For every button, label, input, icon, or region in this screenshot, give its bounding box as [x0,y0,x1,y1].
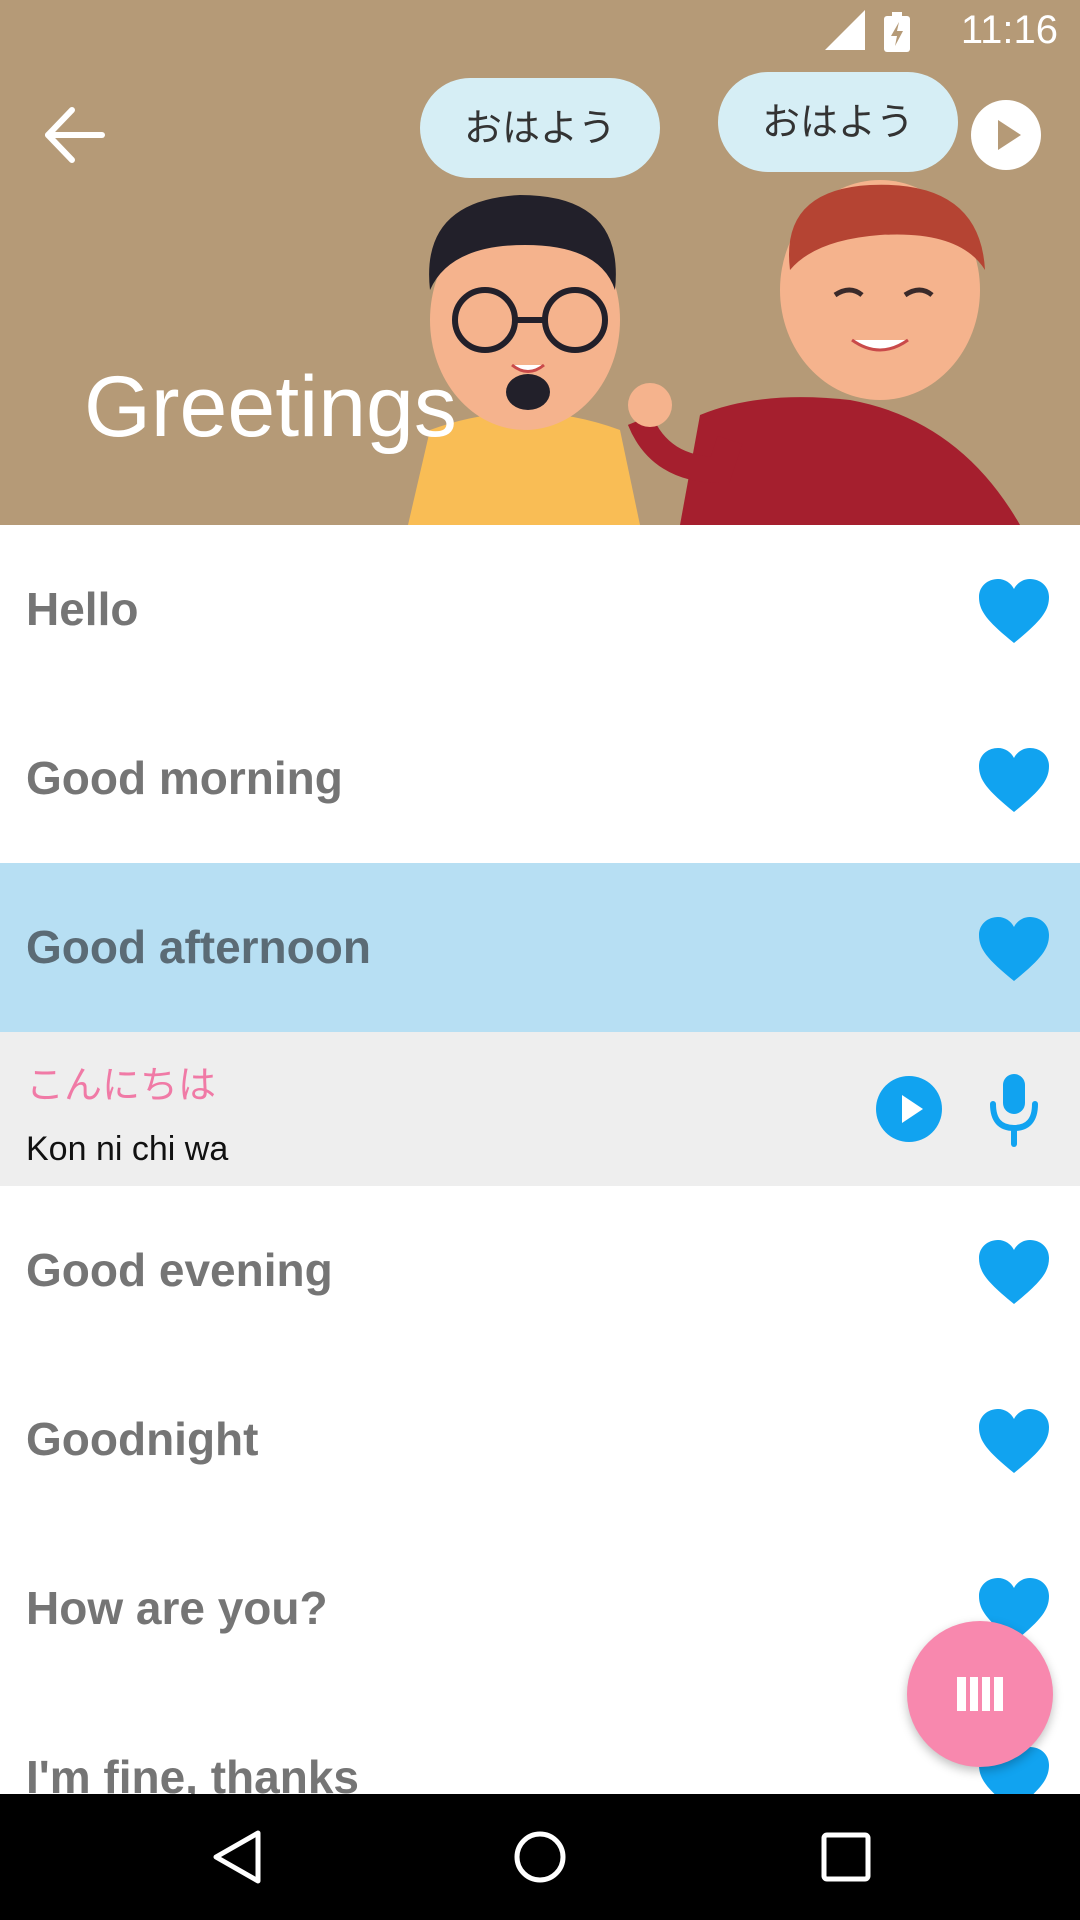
phrase-label: Good morning [26,752,343,804]
phrase-label: Goodnight [26,1413,259,1465]
nav-recents-icon[interactable] [818,1829,874,1885]
phrase-label: Good afternoon [26,921,371,973]
heart-icon[interactable] [977,577,1051,647]
status-time: 11:16 [960,8,1058,52]
phrase-label: How are you? [26,1582,328,1634]
play-all-button[interactable] [971,100,1041,170]
microphone-icon[interactable] [986,1072,1042,1148]
nav-home-icon[interactable] [512,1829,568,1885]
phrase-label: Hello [26,583,139,635]
heart-icon[interactable] [977,1407,1051,1477]
speech-bubble-right: おはよう [718,72,958,172]
flashcards-icon [957,1677,1003,1711]
nav-back-icon[interactable] [208,1829,264,1885]
system-nav-bar [0,1794,1080,1920]
flashcards-button[interactable] [907,1621,1053,1767]
list-item[interactable]: Goodnight [0,1355,1080,1524]
status-bar: 11:16 [0,0,1080,63]
heart-icon[interactable] [977,915,1051,985]
play-icon [998,120,1021,150]
speech-bubble-left: おはよう [420,78,660,178]
phrase-detail: こんにちは Kon ni chi wa [0,1032,1080,1186]
page-title: Greetings [84,359,457,455]
list-item[interactable]: Good evening [0,1186,1080,1355]
list-item[interactable]: Hello [0,525,1080,694]
list-item[interactable]: Good morning [0,694,1080,863]
signal-icon [825,10,865,50]
phrase-label: Good evening [26,1244,333,1296]
heart-icon[interactable] [977,1238,1051,1308]
battery-charging-icon [884,12,910,52]
play-audio-button[interactable] [876,1076,942,1142]
japanese-text: こんにちは [26,1063,217,1107]
list-item-selected[interactable]: Good afternoon [0,863,1080,1032]
heart-icon[interactable] [977,746,1051,816]
header: おはよう おはよう 11:16 Greetings [0,0,1080,525]
romaji-text: Kon ni chi wa [26,1130,229,1168]
play-icon [902,1095,923,1123]
back-arrow-icon[interactable] [40,100,110,170]
